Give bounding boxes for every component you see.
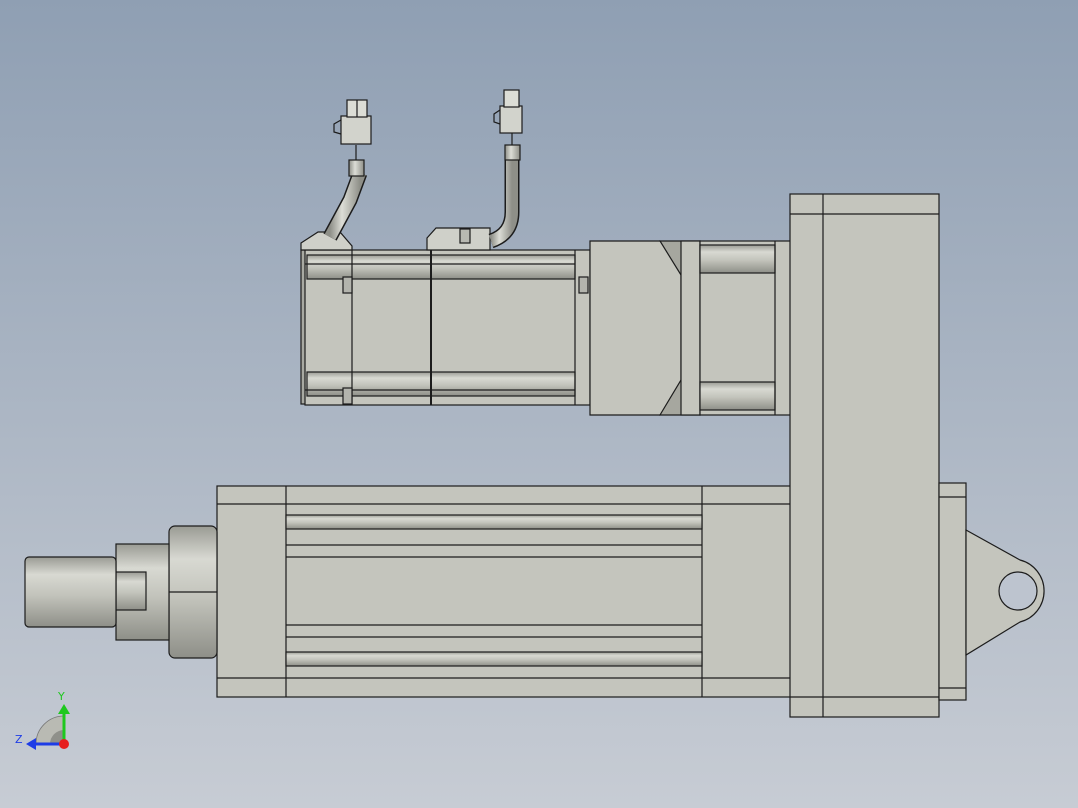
encoder-plug[interactable] (499, 105, 523, 134)
x-axis-point (59, 739, 69, 749)
motor-flange-adapter[interactable] (589, 240, 793, 416)
z-axis-arrowhead (26, 738, 36, 750)
rod-nut-flat (115, 571, 147, 611)
flange-plate[interactable] (589, 240, 682, 416)
graphics-viewport[interactable]: Y Z (0, 0, 1078, 808)
connector-screw (459, 228, 471, 244)
motor-top-rib (306, 254, 576, 280)
z-axis-label: Z (15, 733, 23, 746)
cad-model-view[interactable]: Y Z (0, 0, 1078, 808)
encoder-connector-housing[interactable] (426, 227, 491, 251)
actuator-groove-top (285, 514, 703, 530)
gear-case-body[interactable] (789, 193, 940, 718)
coupling-rib (699, 244, 776, 274)
flange-neck (680, 240, 701, 416)
encoder-cable[interactable] (488, 89, 523, 249)
gear-case[interactable] (789, 193, 940, 718)
y-axis-arrowhead (58, 704, 70, 714)
power-plug[interactable] (340, 115, 372, 145)
actuator-tube[interactable] (216, 485, 793, 698)
cable-gland (504, 144, 521, 161)
motor-clip (342, 276, 353, 294)
cable-gland (348, 159, 365, 177)
motor-clip (578, 276, 589, 294)
piston-rod[interactable] (24, 556, 117, 628)
y-axis-label: Y (57, 690, 65, 703)
servo-motor[interactable] (300, 227, 591, 406)
actuator-rod-end[interactable] (24, 525, 218, 659)
view-orientation-triad[interactable]: Y Z (15, 690, 70, 750)
rear-clevis[interactable] (938, 482, 1045, 701)
plug-latch (333, 119, 342, 135)
power-cable[interactable] (323, 99, 372, 241)
end-cap[interactable] (938, 482, 967, 701)
clevis-hole[interactable] (998, 571, 1038, 611)
actuator-groove-bottom (285, 651, 703, 667)
coupling-rib (699, 381, 776, 411)
plug-latch (493, 109, 501, 125)
motor-clip (342, 387, 353, 405)
encoder-plug-head (503, 89, 520, 108)
